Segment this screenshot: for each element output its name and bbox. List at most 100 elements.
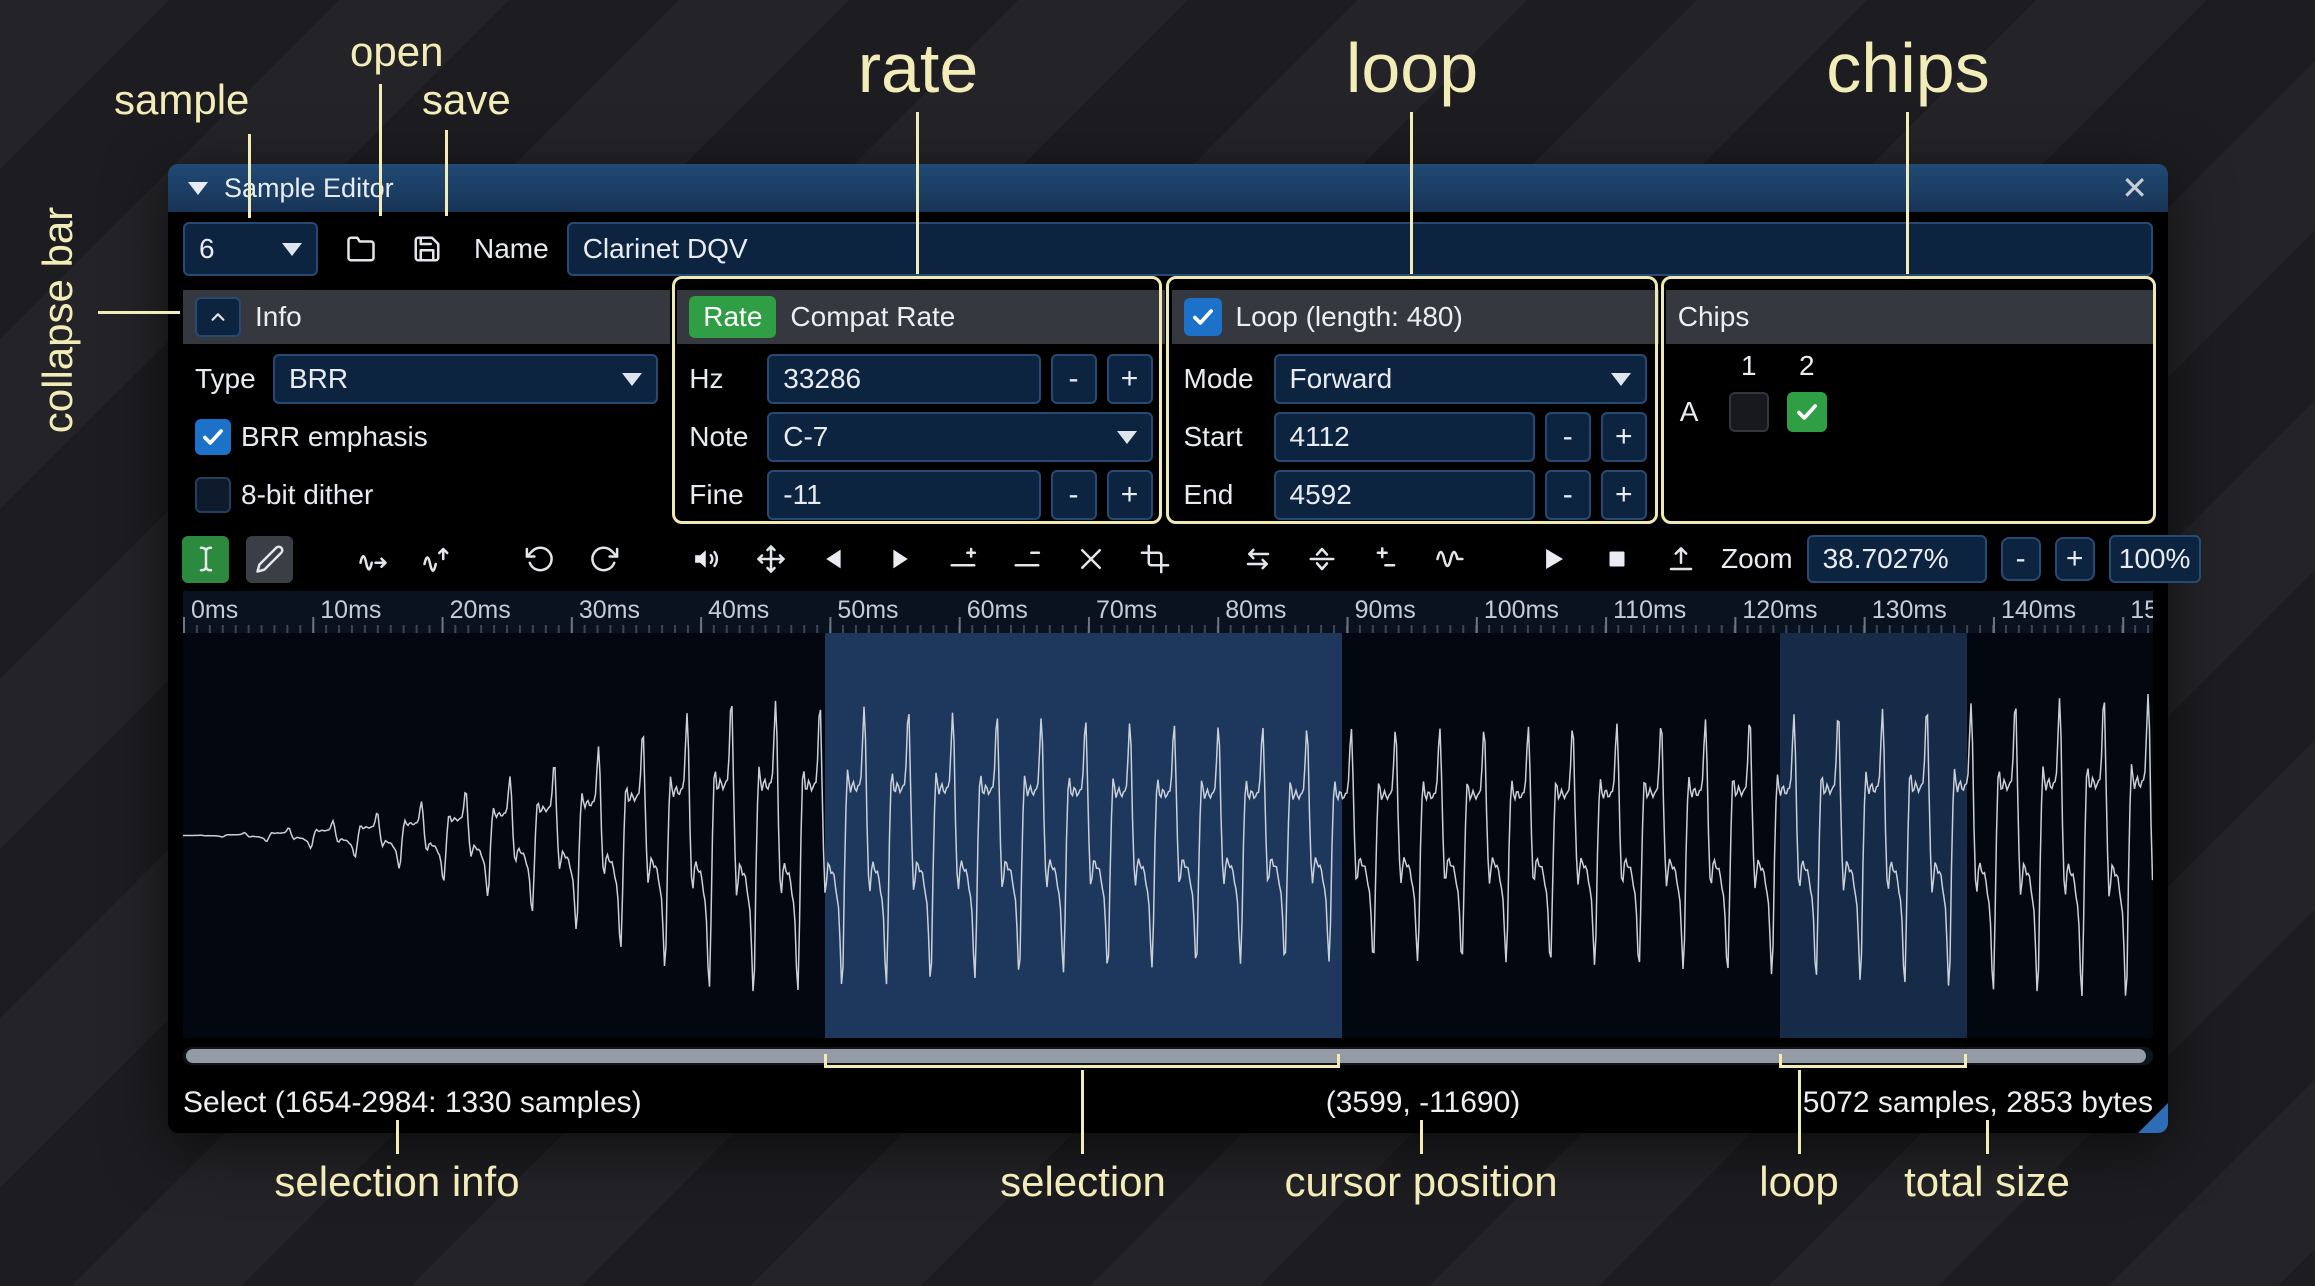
line-plus-icon: [948, 544, 978, 574]
create-wavetable-button[interactable]: [1657, 536, 1704, 583]
filter-button[interactable]: [1426, 536, 1473, 583]
note-value: C-7: [783, 421, 828, 453]
info-section-title: Info: [255, 301, 302, 333]
trim-button[interactable]: [1131, 536, 1178, 583]
hz-plus-button[interactable]: +: [1107, 354, 1153, 404]
note-select[interactable]: C-7: [767, 412, 1152, 462]
loop-end-plus-button[interactable]: +: [1601, 470, 1647, 520]
loop-start-input[interactable]: [1274, 412, 1535, 462]
timeline-label: 150ms: [2130, 596, 2153, 625]
timeline-label: 40ms: [708, 596, 769, 625]
fine-plus-button[interactable]: +: [1107, 470, 1153, 520]
collapse-window-icon[interactable]: [188, 182, 208, 195]
type-label: Type: [195, 363, 263, 395]
check-icon: [1190, 304, 1216, 330]
sample-number-select[interactable]: 6: [183, 222, 318, 276]
timeline-ruler[interactable]: 0ms10ms20ms30ms40ms50ms60ms70ms80ms90ms1…: [183, 591, 2153, 633]
toolbar: Zoom - + 100%: [182, 533, 2153, 585]
annotation-open: open: [350, 28, 443, 76]
flip-vertical-icon: [1307, 544, 1337, 574]
sine-wave-icon: [1435, 544, 1465, 574]
redo-button[interactable]: [580, 536, 627, 583]
chevron-up-icon: [205, 304, 231, 330]
select-tool-button[interactable]: [182, 536, 229, 583]
resample-button[interactable]: [413, 536, 460, 583]
fade-out-button[interactable]: [875, 536, 922, 583]
loop-section: Loop (length: 480) Mode Forward Start - …: [1172, 290, 1659, 522]
loop-section-title: Loop (length: 480): [1236, 301, 1463, 333]
loop-enable-checkbox[interactable]: [1184, 298, 1222, 336]
undo-button[interactable]: [516, 536, 563, 583]
check-icon: [1794, 399, 1820, 425]
open-button[interactable]: [336, 224, 386, 274]
scrollbar-thumb[interactable]: [186, 1049, 2146, 1063]
loop-end-label: End: [1184, 479, 1264, 511]
preview-button[interactable]: [1529, 536, 1576, 583]
stop-preview-button[interactable]: [1593, 536, 1640, 583]
chevron-down-icon: [1117, 431, 1137, 444]
close-button[interactable]: ✕: [2121, 172, 2148, 204]
apply-silence-button[interactable]: [1003, 536, 1050, 583]
timeline-label: 140ms: [2001, 596, 2076, 625]
loop-mode-select[interactable]: Forward: [1274, 354, 1647, 404]
fine-input[interactable]: [767, 470, 1040, 520]
loop-start-plus-button[interactable]: +: [1601, 412, 1647, 462]
save-button[interactable]: [402, 224, 452, 274]
reverse-button[interactable]: [1234, 536, 1281, 583]
sections-row: Info Type BRR BRR emphasis: [183, 290, 2153, 522]
insert-silence-button[interactable]: [939, 536, 986, 583]
rate-badge[interactable]: Rate: [689, 296, 776, 338]
annotation-sample: sample: [114, 76, 249, 124]
timeline-label: 50ms: [837, 596, 898, 625]
annotation-selection-info: selection info: [274, 1158, 519, 1206]
timeline-label: 100ms: [1484, 596, 1559, 625]
zoom-input[interactable]: [1807, 535, 1987, 583]
hz-input[interactable]: [767, 354, 1040, 404]
sign-invert-button[interactable]: [1362, 536, 1409, 583]
titlebar[interactable]: Sample Editor ✕: [168, 164, 2168, 212]
chips-section-header: Chips: [1666, 290, 2153, 344]
delete-button[interactable]: [1067, 536, 1114, 583]
annotation-selection: selection: [1000, 1158, 1166, 1206]
upload-icon: [1666, 544, 1696, 574]
line-minus-icon: [1012, 544, 1042, 574]
type-select[interactable]: BRR: [273, 354, 658, 404]
zoom-reset-button[interactable]: 100%: [2109, 535, 2201, 583]
amplify-button[interactable]: [683, 536, 730, 583]
dither-checkbox[interactable]: [195, 477, 231, 513]
chip-1-checkbox[interactable]: [1729, 392, 1769, 432]
invert-button[interactable]: [1298, 536, 1345, 583]
normalize-button[interactable]: [747, 536, 794, 583]
name-input[interactable]: [567, 222, 2153, 276]
fade-in-button[interactable]: [811, 536, 858, 583]
zoom-in-button[interactable]: +: [2055, 537, 2095, 581]
undo-icon: [525, 544, 555, 574]
play-icon: [1538, 544, 1568, 574]
redo-icon: [589, 544, 619, 574]
info-section: Info Type BRR BRR emphasis: [183, 290, 670, 522]
wave-resample-icon: [422, 544, 452, 574]
timeline-label: 90ms: [1355, 596, 1416, 625]
draw-tool-button[interactable]: [246, 536, 293, 583]
loop-start-minus-button[interactable]: -: [1545, 412, 1591, 462]
chip-2-checkbox[interactable]: [1787, 392, 1827, 432]
timeline-label: 130ms: [1872, 596, 1947, 625]
chips-section: Chips 1 2 A: [1666, 290, 2153, 522]
loop-end-input[interactable]: [1274, 470, 1535, 520]
chips-table: 1 2 A: [1678, 350, 2141, 432]
waveform-scrollbar[interactable]: [183, 1047, 2153, 1065]
resize-button[interactable]: [349, 536, 396, 583]
note-label: Note: [689, 421, 757, 453]
timeline-label: 30ms: [579, 596, 640, 625]
loop-mode-value: Forward: [1290, 363, 1393, 395]
waveform-svg: [183, 633, 2153, 1038]
brr-emphasis-checkbox[interactable]: [195, 419, 231, 455]
loop-end-minus-button[interactable]: -: [1545, 470, 1591, 520]
fine-minus-button[interactable]: -: [1051, 470, 1097, 520]
waveform-view[interactable]: [183, 633, 2153, 1038]
floppy-save-icon: [412, 234, 442, 264]
hz-minus-button[interactable]: -: [1051, 354, 1097, 404]
collapse-bar-button[interactable]: [195, 297, 241, 337]
zoom-out-button[interactable]: -: [2001, 537, 2041, 581]
move-arrows-icon: [756, 544, 786, 574]
